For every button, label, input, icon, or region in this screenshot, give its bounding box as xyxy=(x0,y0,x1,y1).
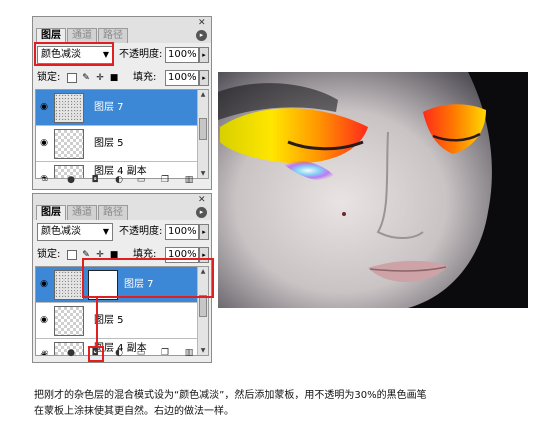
highlight-layer-mask xyxy=(82,258,214,298)
eye-icon[interactable]: ◉ xyxy=(38,136,50,150)
close-icon[interactable]: ✕ xyxy=(198,196,207,205)
highlight-connector xyxy=(96,298,98,348)
panel-tabbar: ✕ 图层 通道 路径 ▸ xyxy=(33,194,211,220)
layer-scrollbar[interactable]: ▲ ▼ xyxy=(197,90,208,178)
adjustment-icon[interactable]: ◐ xyxy=(113,174,125,186)
adjustment-icon[interactable]: ◐ xyxy=(113,347,125,359)
fx-icon[interactable]: ● xyxy=(65,347,77,359)
opacity-slider-button[interactable]: ▸ xyxy=(199,224,209,240)
tab-channels[interactable]: 通道 xyxy=(67,205,97,220)
layer-thumbnail xyxy=(54,270,84,300)
blend-mode-select[interactable]: 颜色减淡 ▼ xyxy=(37,223,113,241)
folder-icon[interactable]: ▭ xyxy=(135,174,147,186)
layer-thumbnail xyxy=(54,129,84,159)
tab-paths[interactable]: 路径 xyxy=(98,28,128,43)
layer-name: 图层 7 xyxy=(94,102,124,113)
face-illustration xyxy=(218,72,528,308)
lock-transparency-icon[interactable] xyxy=(67,250,77,260)
close-icon[interactable]: ✕ xyxy=(198,19,207,28)
opacity-input[interactable]: 100% xyxy=(165,224,199,240)
panel-bottom-bar: ∞ ● ◘ ◐ ▭ ❐ ▥ xyxy=(35,173,209,187)
scroll-up-icon[interactable]: ▲ xyxy=(198,90,208,99)
tab-layers[interactable]: 图层 xyxy=(36,205,66,220)
tab-layers[interactable]: 图层 xyxy=(36,28,66,43)
eye-icon[interactable]: ◉ xyxy=(38,277,50,291)
eye-icon[interactable]: ◉ xyxy=(38,313,50,327)
new-layer-icon[interactable]: ❐ xyxy=(159,347,171,359)
scroll-thumb[interactable] xyxy=(199,295,207,317)
trash-icon[interactable]: ▥ xyxy=(183,174,195,186)
layer-thumbnail xyxy=(54,306,84,336)
lock-transparency-icon[interactable] xyxy=(67,73,77,83)
fill-label: 填充: xyxy=(133,72,157,83)
panel-bottom-bar: ∞ ● ◘ ◐ ▭ ❐ ▥ xyxy=(35,346,209,360)
tab-paths[interactable]: 路径 xyxy=(98,205,128,220)
panel-tabbar: ✕ 图层 通道 路径 ▸ xyxy=(33,17,211,43)
highlight-blend-mode xyxy=(34,42,114,66)
lock-label: 锁定: xyxy=(37,249,61,260)
opacity-label: 不透明度: xyxy=(119,226,163,237)
panel-menu-icon[interactable]: ▸ xyxy=(196,207,207,218)
caption-line-2: 在蒙板上涂抹使其更自然。右边的做法一样。 xyxy=(34,406,234,417)
link-icon[interactable]: ∞ xyxy=(39,174,51,186)
caption-line-1: 把刚才的杂色层的混合模式设为“颜色减淡”，然后添加蒙板，用不透明为30%的黑色画… xyxy=(34,390,427,401)
lock-label: 锁定: xyxy=(37,72,61,83)
brush-icon[interactable]: ✎ xyxy=(81,73,91,83)
layer-list: ◉ 图层 7 ◉ 图层 5 ◉ 图层 4 副本 ▲ ▼ xyxy=(35,89,209,179)
panel-menu-icon[interactable]: ▸ xyxy=(196,30,207,41)
opacity-input[interactable]: 100% xyxy=(165,47,199,63)
mask-icon[interactable]: ◘ xyxy=(89,174,101,186)
fill-input[interactable]: 100% xyxy=(165,70,199,86)
eye-icon[interactable]: ◉ xyxy=(38,100,50,114)
folder-icon[interactable]: ▭ xyxy=(135,347,147,359)
opacity-label: 不透明度: xyxy=(119,49,163,60)
fill-slider-button[interactable]: ▸ xyxy=(199,70,209,86)
scroll-thumb[interactable] xyxy=(199,118,207,140)
link-icon[interactable]: ∞ xyxy=(39,347,51,359)
layer-row[interactable]: ◉ 图层 7 xyxy=(36,90,198,126)
opacity-slider-button[interactable]: ▸ xyxy=(199,47,209,63)
fx-icon[interactable]: ● xyxy=(65,174,77,186)
blend-mode-value: 颜色减淡 xyxy=(41,226,81,237)
lock-icon[interactable]: ■ xyxy=(109,73,119,83)
chevron-down-icon: ▼ xyxy=(102,227,109,236)
face-photo xyxy=(218,72,528,308)
move-icon[interactable]: ✛ xyxy=(95,73,105,83)
layer-thumbnail xyxy=(54,93,84,123)
trash-icon[interactable]: ▥ xyxy=(183,347,195,359)
highlight-add-mask-button xyxy=(88,346,104,362)
tab-channels[interactable]: 通道 xyxy=(67,28,97,43)
new-layer-icon[interactable]: ❐ xyxy=(159,174,171,186)
